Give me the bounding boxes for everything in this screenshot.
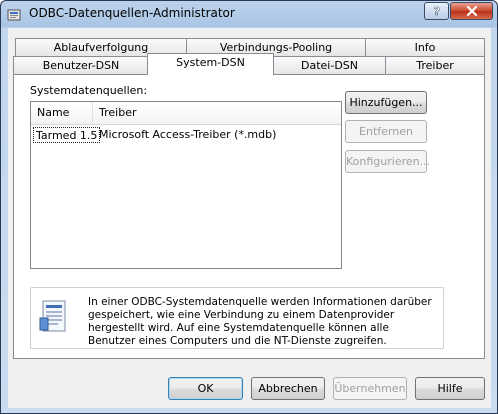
column-header-treiber[interactable]: Treiber [93,102,341,124]
window-title: ODBC-Datenquellen-Administrator [29,6,235,20]
question-icon: ? [433,5,440,17]
tab-treiber[interactable]: Treiber [385,56,485,74]
add-button[interactable]: Hinzufügen... [345,91,427,114]
tab-datei-dsn[interactable]: Datei-DSN [273,56,386,74]
odbc-app-icon [7,9,21,21]
configure-button[interactable]: Konfigurieren... [345,150,430,173]
tab-label: Benutzer-DSN [42,59,120,72]
column-label: Name [37,106,70,119]
dsn-driver-cell[interactable]: Microsoft Access-Treiber (*.mdb) [99,127,276,143]
help-button[interactable]: Hilfe [415,377,485,400]
close-title-button[interactable] [450,2,493,20]
tab-benutzer-dsn[interactable]: Benutzer-DSN [13,56,149,74]
title-bar[interactable]: ODBC-Datenquellen-Administrator ? [1,1,497,27]
system-dsn-panel: Systemdatenquellen: Name Treiber Tarmed … [13,74,485,359]
column-header-name[interactable]: Name [31,102,93,124]
column-label: Treiber [99,106,137,119]
remove-button[interactable]: Entfernen [345,120,427,143]
tab-info[interactable]: Info [365,38,485,56]
info-box: In einer ODBC-Systemdatenquelle werden I… [30,287,444,349]
table-row[interactable]: Tarmed 1.5 Microsoft Access-Treiber (*.m… [31,125,341,145]
dialog-window: ODBC-Datenquellen-Administrator ? Ablauf… [0,0,498,414]
tab-label: Info [414,41,436,54]
tab-label: Treiber [416,59,454,72]
systemdatenquellen-label: Systemdatenquellen: [30,84,148,97]
tab-label: Ablaufverfolgung [53,41,149,54]
tab-label: System-DSN [176,56,245,69]
dsn-listview[interactable]: Name Treiber Tarmed 1.5 Microsoft Access… [30,101,342,269]
info-text: In einer ODBC-Systemdatenquelle werden I… [88,296,432,347]
cancel-button[interactable]: Abbrechen [251,377,325,400]
dsn-name-cell[interactable]: Tarmed 1.5 [33,127,101,143]
close-icon [466,5,477,17]
dialog-client: Ablaufverfolgung Verbindungs-Pooling Inf… [8,28,491,408]
tab-label: Datei-DSN [301,59,358,72]
list-header: Name Treiber [31,102,341,125]
help-title-button[interactable]: ? [424,2,449,20]
apply-button[interactable]: Übernehmen [333,377,407,400]
tab-system-dsn[interactable]: System-DSN [147,53,274,75]
database-document-icon [39,300,66,332]
ok-button[interactable]: OK [168,377,243,400]
svg-text:?: ? [433,5,439,17]
